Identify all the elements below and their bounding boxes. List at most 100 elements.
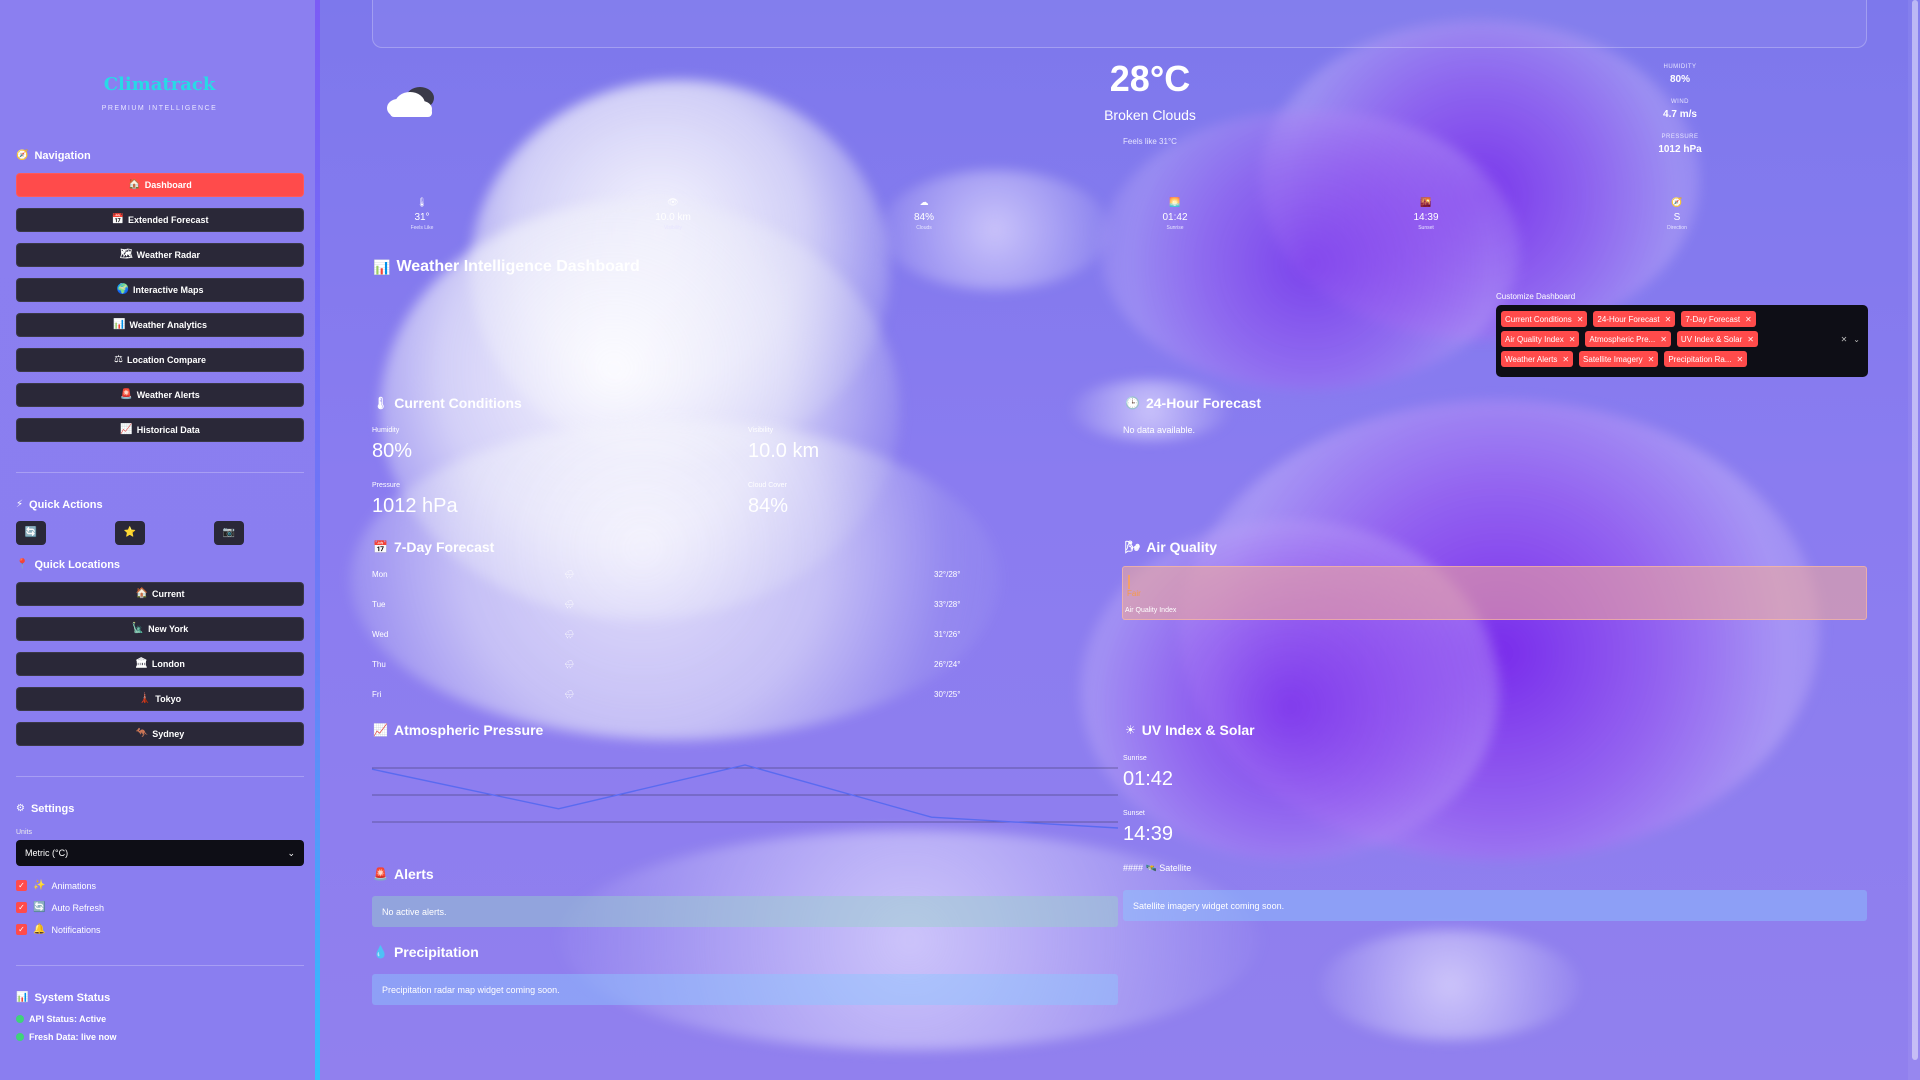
location-current-button[interactable]: 🏠 Current	[16, 582, 304, 606]
scrollbar-thumb[interactable]	[1912, 0, 1918, 1060]
sunrise-metric: 🌅 01:42 Sunrise	[1125, 197, 1225, 231]
nav-location-compare-button[interactable]: ⚖ Location Compare	[16, 348, 304, 372]
animations-toggle[interactable]: ✓ ✨ Animations	[16, 880, 303, 891]
rain-cloud-icon: 🌧	[564, 630, 575, 639]
nav-historical-data-button[interactable]: 📈 Historical Data	[16, 418, 304, 442]
sunrise-label: Sunrise	[1123, 755, 1147, 762]
nav-interactive-maps-button[interactable]: 🌍 Interactive Maps	[16, 278, 304, 302]
close-icon[interactable]: ✕	[1577, 315, 1584, 324]
metric-label: Visibility	[664, 225, 682, 231]
scrollbar[interactable]	[1908, 0, 1920, 1080]
precipitation-info: Precipitation radar map widget coming so…	[372, 974, 1118, 1005]
widget-title-text: 7-Day Forecast	[393, 539, 495, 555]
widget-tag[interactable]: UV Index & Solar ✕	[1676, 331, 1758, 347]
close-icon[interactable]: ✕	[1562, 355, 1569, 364]
pin-icon: 📍	[16, 559, 29, 570]
nav-dashboard-button[interactable]: 🏠 Dashboard	[16, 173, 304, 197]
location-label: Sydney	[152, 729, 185, 739]
tower-icon: 🗼	[138, 693, 152, 704]
kangaroo-icon: 🦘	[135, 728, 149, 739]
location-tokyo-button[interactable]: 🗼 Tokyo	[16, 687, 304, 711]
checkbox-checked-icon[interactable]: ✓	[16, 880, 27, 891]
tag-label: Current Conditions	[1505, 314, 1572, 324]
location-new-york-button[interactable]: 🗽 New York	[16, 617, 304, 641]
refresh-icon: 🔄	[24, 527, 38, 538]
close-icon[interactable]: ✕	[1660, 335, 1667, 344]
humidity-label: HUMIDITY	[1663, 64, 1697, 70]
tag-label: Satellite Imagery	[1583, 354, 1643, 364]
close-icon[interactable]: ✕	[1747, 335, 1754, 344]
air-quality-title: 🌬 Air Quality	[1125, 539, 1217, 555]
settings-title: Settings	[30, 803, 75, 815]
nav-weather-radar-button[interactable]: 🗺 Weather Radar	[16, 243, 304, 267]
metric-value: 84%	[913, 212, 934, 223]
widget-tag[interactable]: 24-Hour Forecast ✕	[1593, 311, 1676, 327]
globe-icon: 🌍	[116, 284, 129, 295]
widget-tag[interactable]: Satellite Imagery ✕	[1579, 351, 1659, 367]
widget-tag[interactable]: Atmospheric Pre... ✕	[1585, 331, 1671, 347]
forecast-day: Wed	[372, 630, 389, 639]
metric-label: Sunrise	[1166, 225, 1184, 231]
nav-label: Extended Forecast	[127, 215, 209, 225]
building-icon: 🏛	[135, 658, 148, 669]
tag-label: 7-Day Forecast	[1685, 314, 1741, 324]
compass-icon: 🧭	[16, 150, 29, 161]
forecast-temp: 30°/25°	[934, 690, 961, 699]
tag-label: Air Quality Index	[1505, 334, 1564, 344]
bell-icon: 🔔	[33, 923, 46, 935]
widget-tag[interactable]: 7-Day Forecast ✕	[1681, 311, 1756, 327]
sidebar: Climatrack PREMIUM INTELLIGENCE 🧭 Naviga…	[0, 0, 319, 1080]
customize-dashboard: Customize Dashboard Current Conditions ✕ …	[1496, 292, 1868, 377]
widget-tag[interactable]: Air Quality Index ✕	[1501, 331, 1580, 347]
quick-actions-heading: ⚡ Quick Actions	[16, 499, 303, 511]
quick-locations-title: Quick Locations	[34, 559, 121, 571]
close-icon[interactable]: ✕	[1569, 335, 1576, 344]
close-icon[interactable]: ✕	[1736, 355, 1743, 364]
checkbox-checked-icon[interactable]: ✓	[16, 902, 27, 913]
seven-day-title: 📅 7-Day Forecast	[373, 539, 494, 555]
visibility-metric: 👁 10.0 km Visibility	[623, 197, 723, 231]
metric-value: 31°	[414, 212, 430, 223]
balance-icon: ⚖	[114, 354, 123, 365]
auto-refresh-toggle[interactable]: ✓ 🔄 Auto Refresh	[16, 902, 303, 913]
close-icon[interactable]: ✕	[1665, 315, 1672, 324]
droplet-icon: 💧	[373, 945, 388, 959]
api-status-text: API Status: Active	[29, 1014, 107, 1024]
sparkle-icon: ✨	[33, 879, 46, 891]
refresh-button[interactable]: 🔄	[16, 521, 46, 545]
units-select[interactable]: Metric (°C) ⌄	[16, 840, 304, 866]
checkbox-checked-icon[interactable]: ✓	[16, 924, 27, 935]
widget-title-text: Current Conditions	[394, 395, 522, 411]
widget-multiselect[interactable]: Current Conditions ✕ 24-Hour Forecast ✕ 7-…	[1496, 305, 1868, 377]
nav-weather-analytics-button[interactable]: 📊 Weather Analytics	[16, 313, 304, 337]
notifications-toggle[interactable]: ✓ 🔔 Notifications	[16, 924, 303, 935]
statue-icon: 🗽	[131, 623, 145, 634]
dashboard-title: 📊 Weather Intelligence Dashboard	[373, 258, 640, 276]
location-label: Current	[151, 589, 185, 599]
widget-tag[interactable]: Precipitation Ra... ✕	[1664, 351, 1748, 367]
chevron-down-icon[interactable]: ⌄	[1853, 335, 1860, 344]
widget-tag[interactable]: Current Conditions ✕	[1501, 311, 1588, 327]
clear-all-icon[interactable]: ✕	[1841, 335, 1848, 344]
location-sydney-button[interactable]: 🦘 Sydney	[16, 722, 304, 746]
chevron-down-icon: ⌄	[287, 847, 295, 858]
close-icon[interactable]: ✕	[1648, 355, 1655, 364]
nav-extended-forecast-button[interactable]: 📅 Extended Forecast	[16, 208, 304, 232]
forecast-row: Wed 🌧 31°/26°	[372, 630, 972, 644]
nav-weather-alerts-button[interactable]: 🚨 Weather Alerts	[16, 383, 304, 407]
screenshot-button[interactable]: 📷	[214, 521, 244, 545]
visibility-label: Visibility	[748, 427, 774, 434]
favorite-button[interactable]: ⭐	[115, 521, 145, 545]
location-london-button[interactable]: 🏛 London	[16, 652, 304, 676]
close-icon[interactable]: ✕	[1745, 315, 1752, 324]
thermometer-icon: 🌡	[373, 396, 389, 410]
sunrise-icon: 🌅	[1169, 197, 1181, 207]
sidebar-resize-handle[interactable]	[315, 0, 320, 1080]
metric-strip: 🌡 31° Feels Like 👁 10.0 km Visibility ☁ …	[372, 197, 1872, 242]
clouds-metric: ☁ 84% Clouds	[874, 197, 974, 231]
satellite-heading: #### 🛰️ Satellite	[1123, 863, 1192, 873]
widget-tag[interactable]: Weather Alerts ✕	[1501, 351, 1574, 367]
status-dot-icon	[16, 1015, 24, 1023]
forecast-day: Fri	[372, 690, 382, 699]
sunset-icon: 🌇	[1420, 197, 1432, 207]
